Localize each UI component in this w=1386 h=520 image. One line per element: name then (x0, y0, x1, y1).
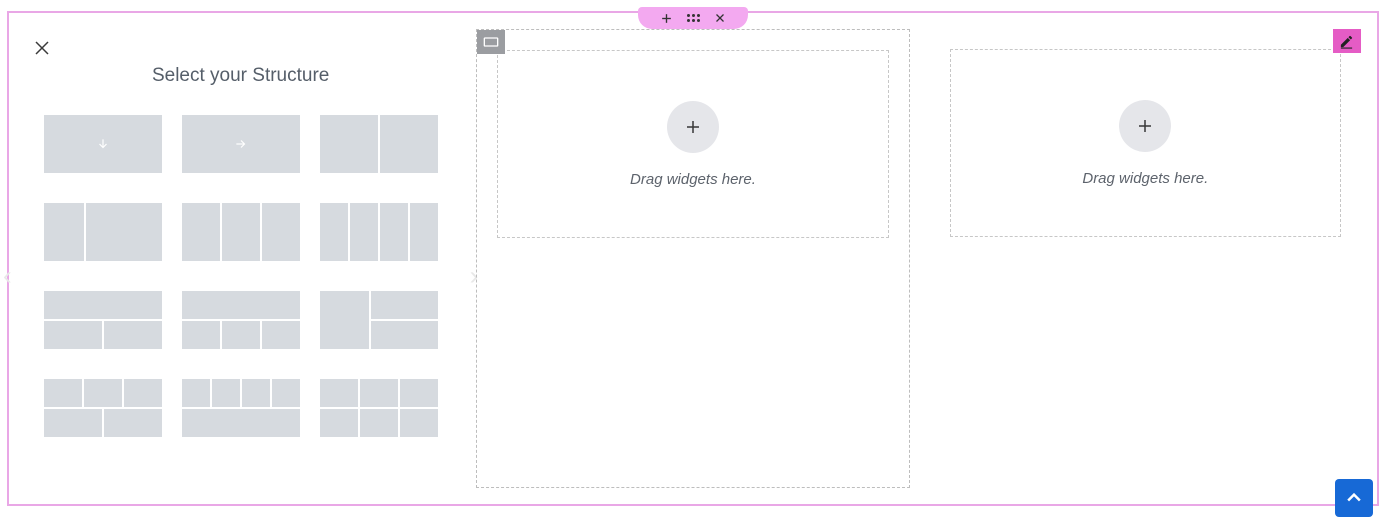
section: Select your Structure ‹ › (7, 11, 1379, 506)
preset-full-right[interactable] (182, 115, 300, 173)
preset-1over3[interactable] (182, 291, 300, 349)
preset-3col[interactable] (182, 203, 300, 261)
drag-handle-icon[interactable] (687, 14, 700, 22)
add-section-icon[interactable] (660, 12, 673, 25)
column-handle-icon[interactable] (477, 30, 505, 54)
preset-left-rightstack[interactable] (320, 291, 438, 349)
inner-section[interactable]: Drag widgets here. (476, 29, 909, 488)
preset-full-down[interactable] (44, 115, 162, 173)
structure-panel: Select your Structure ‹ › (25, 29, 456, 488)
add-widget-button[interactable] (667, 101, 719, 153)
preset-3over2[interactable] (44, 379, 162, 437)
remove-section-icon[interactable] (714, 12, 726, 24)
structure-title: Select your Structure (25, 65, 456, 87)
prev-presets-icon[interactable]: ‹ (3, 261, 12, 292)
scroll-to-top-button[interactable] (1335, 479, 1373, 517)
preset-2col[interactable] (320, 115, 438, 173)
preset-4col[interactable] (320, 203, 438, 261)
edit-column-icon[interactable] (1333, 29, 1361, 53)
preset-4over1[interactable] (182, 379, 300, 437)
structure-presets (25, 115, 456, 437)
column[interactable]: Drag widgets here. (930, 29, 1361, 488)
close-structure-icon[interactable] (33, 39, 51, 62)
add-widget-button[interactable] (1119, 100, 1171, 152)
dropzone-placeholder: Drag widgets here. (630, 171, 756, 188)
dropzone-placeholder: Drag widgets here. (1082, 170, 1208, 187)
preset-3over3[interactable] (320, 379, 438, 437)
widget-dropzone[interactable]: Drag widgets here. (950, 49, 1341, 237)
preset-1over2[interactable] (44, 291, 162, 349)
widget-dropzone[interactable]: Drag widgets here. (497, 50, 888, 238)
preset-1-2[interactable] (44, 203, 162, 261)
section-handle (638, 7, 748, 29)
